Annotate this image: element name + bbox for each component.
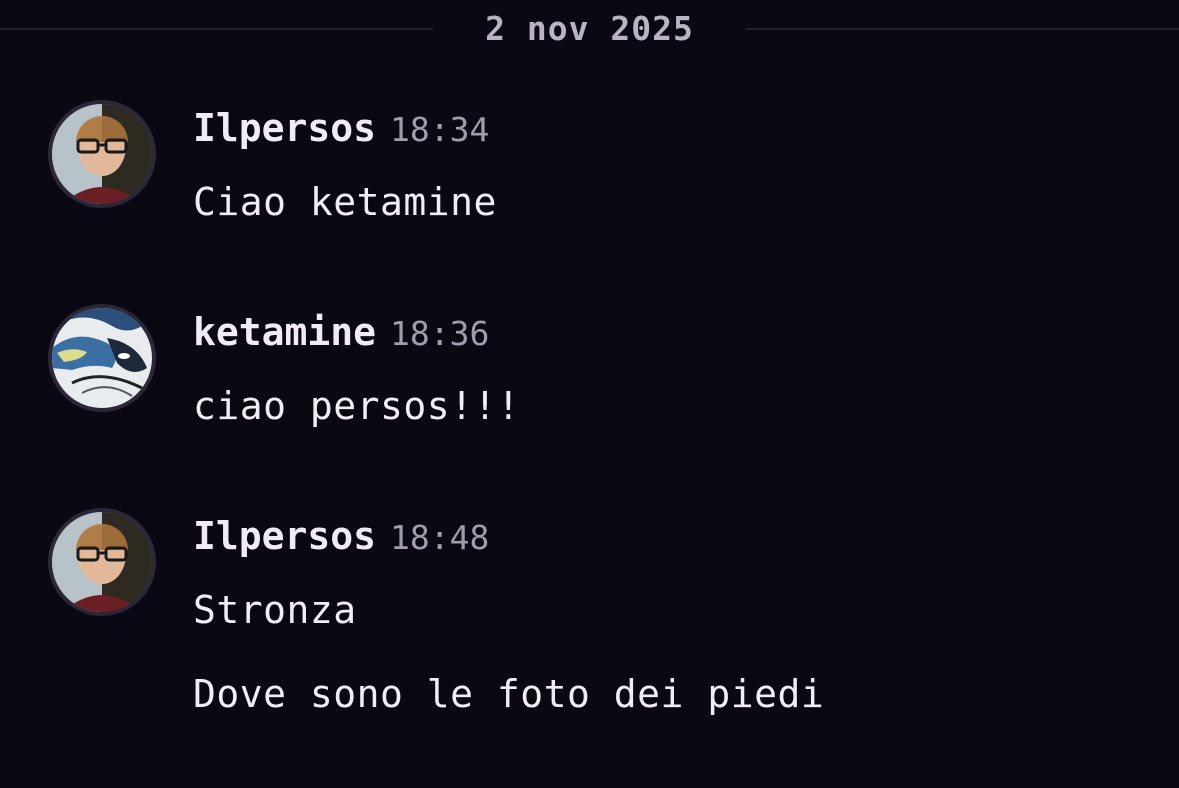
message-author[interactable]: Ilpersos	[193, 106, 376, 150]
avatar-photo-icon	[52, 104, 152, 204]
message-author[interactable]: Ilpersos	[193, 514, 376, 558]
message-header: Ilpersos 18:48	[193, 514, 489, 564]
message-text: Stronza	[193, 588, 357, 632]
avatar-illustration-icon	[52, 308, 152, 408]
divider-line-right	[746, 28, 1179, 30]
avatar-photo-icon	[52, 512, 152, 612]
user-avatar-ketamine[interactable]	[48, 304, 156, 412]
message-timestamp: 18:48	[390, 518, 490, 557]
date-label: 2 nov 2025	[485, 9, 694, 48]
message-text: Dove sono le foto dei piedi	[193, 672, 825, 716]
message-timestamp: 18:34	[390, 110, 490, 149]
divider-line-left	[0, 28, 433, 30]
message-author[interactable]: ketamine	[193, 310, 376, 354]
user-avatar-ilpersos[interactable]	[48, 508, 156, 616]
message-header: Ilpersos 18:34	[193, 106, 489, 156]
message-text: ciao persos!!!	[193, 384, 521, 428]
date-divider: 2 nov 2025	[0, 8, 1179, 50]
message-timestamp: 18:36	[390, 314, 490, 353]
message-header: ketamine 18:36	[193, 310, 489, 360]
message-text: Ciao ketamine	[193, 180, 497, 224]
user-avatar-ilpersos[interactable]	[48, 100, 156, 208]
